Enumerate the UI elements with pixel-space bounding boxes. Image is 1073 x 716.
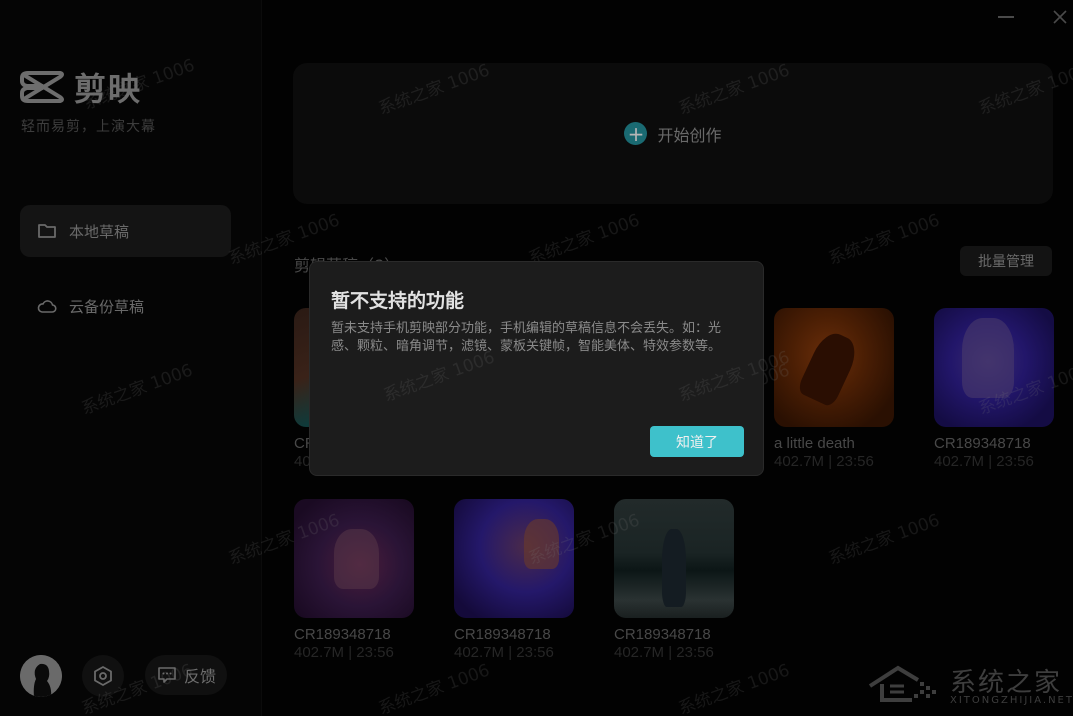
dialog-title: 暂不支持的功能	[331, 290, 465, 312]
unsupported-feature-dialog: 暂不支持的功能 暂未支持手机剪映部分功能，手机编辑的草稿信息不会丢失。如：光感、…	[309, 261, 792, 476]
site-watermark-title: 系统之家	[950, 668, 1063, 698]
house-logo-icon	[868, 665, 936, 702]
got-it-button[interactable]: 知道了	[650, 426, 744, 457]
site-watermark-url: XITONGZHIJIA.NET	[950, 695, 1073, 706]
dialog-message: 暂未支持手机剪映部分功能，手机编辑的草稿信息不会丢失。如：光感、颗粒、暗角调节，…	[331, 321, 722, 354]
site-watermark: 系统之家 XITONGZHIJIA.NET	[868, 662, 1073, 706]
app-window: 剪映 轻而易剪，上演大幕 本地草稿 云备份草稿 反馈 + 开始创作 批量管理 a…	[0, 0, 1073, 716]
